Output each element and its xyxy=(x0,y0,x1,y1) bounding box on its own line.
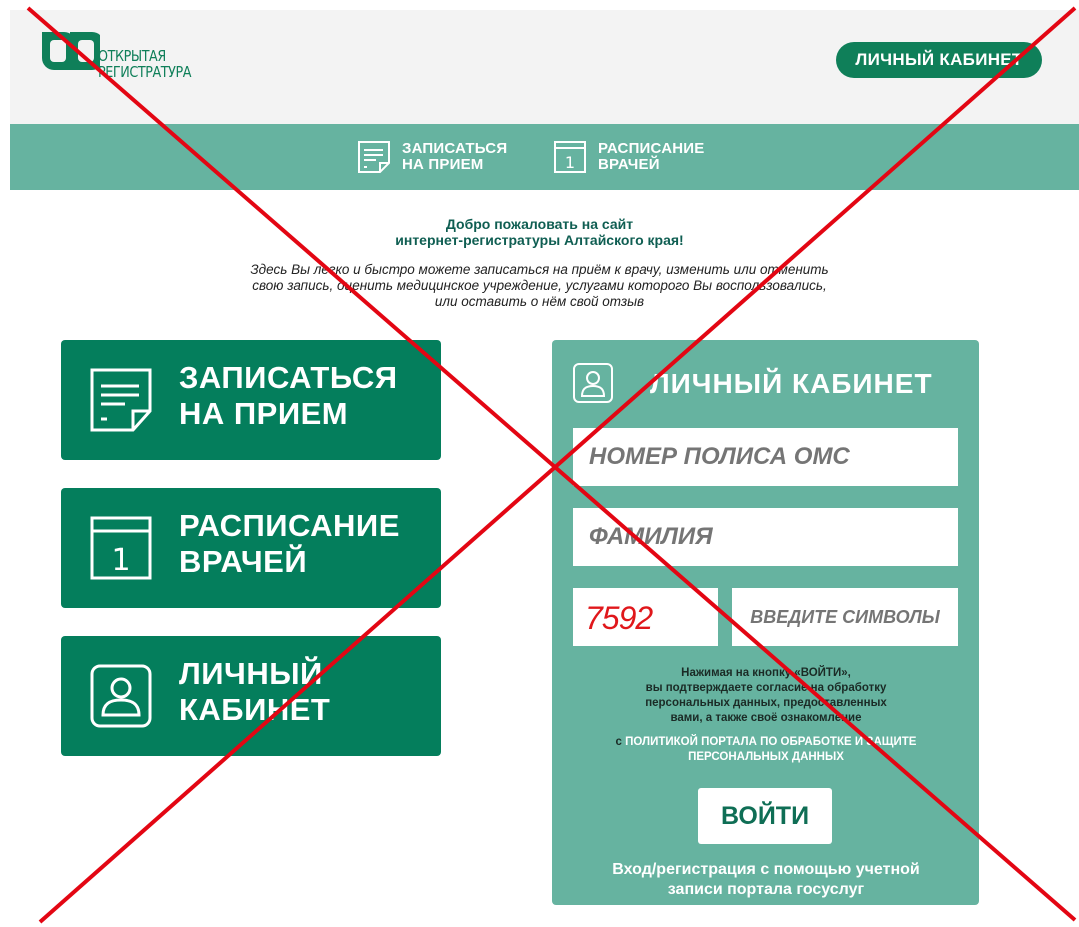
consent-policy-line: с ПОЛИТИКОЙ ПОРТАЛА ПО ОБРАБОТКЕ И ЗАЩИТ… xyxy=(572,735,960,765)
big-button-schedule[interactable]: 1 РАСПИСАНИЕ ВРАЧЕЙ xyxy=(61,488,441,608)
captcha-value: 7592 xyxy=(585,600,653,636)
consent-prefix: с xyxy=(615,736,626,748)
surname-input[interactable] xyxy=(573,508,958,566)
captcha-image: 7592 xyxy=(573,588,718,646)
main-nav: ЗАПИСАТЬСЯ НА ПРИЕМ 1 РАСПИСАНИЕ ВРАЧЕЙ xyxy=(10,124,1079,190)
welcome-text: Здесь Вы легко и быстро можете записатьс… xyxy=(250,262,829,309)
login-button[interactable]: ВОЙТИ xyxy=(698,788,832,844)
privacy-policy-link[interactable]: ПОЛИТИКОЙ ПОРТАЛА ПО ОБРАБОТКЕ И ЗАЩИТЕ … xyxy=(625,736,916,763)
big-button-label: РАСПИСАНИЕ ВРАЧЕЙ xyxy=(179,508,400,579)
logo-text-line2: РЕГИСТРАТУРА xyxy=(98,63,192,81)
site-logo[interactable]: ОТКРЫТАЯ РЕГИСТРАТУРА xyxy=(40,28,240,88)
login-panel-header: ЛИЧНЫЙ КАБИНЕТ xyxy=(572,362,972,406)
logo-text: ОТКРЫТАЯ РЕГИСТРАТУРА xyxy=(98,48,191,80)
svg-text:1: 1 xyxy=(111,543,130,578)
big-button-appointment[interactable]: ЗАПИСАТЬСЯ НА ПРИЕМ xyxy=(61,340,441,460)
svg-text:1: 1 xyxy=(565,153,575,172)
big-button-account[interactable]: ЛИЧНЫЙ КАБИНЕТ xyxy=(61,636,441,756)
logo-mark-icon xyxy=(42,32,100,70)
appointment-note-icon xyxy=(90,368,152,432)
consent-text: Нажимая на кнопку «ВОЙТИ», вы подтвержда… xyxy=(645,667,887,724)
page: ОТКРЫТАЯ РЕГИСТРАТУРА ЛИЧНЫЙ КАБИНЕТ ЗАП… xyxy=(0,0,1079,927)
calendar-icon: 1 xyxy=(554,141,586,173)
appointment-note-icon xyxy=(358,141,390,173)
site-header: ОТКРЫТАЯ РЕГИСТРАТУРА ЛИЧНЫЙ КАБИНЕТ xyxy=(10,10,1079,124)
oms-policy-input[interactable] xyxy=(573,428,958,486)
captcha-input[interactable] xyxy=(732,588,958,646)
nav-item-schedule[interactable]: 1 РАСПИСАНИЕ ВРАЧЕЙ xyxy=(552,137,704,177)
nav-item-label: ЗАПИСАТЬСЯ НА ПРИЕМ xyxy=(402,140,508,173)
gosuslugi-login-link[interactable]: Вход/регистрация с помощью учетной запис… xyxy=(572,860,960,900)
big-button-label: ЗАПИСАТЬСЯ НА ПРИЕМ xyxy=(179,360,398,431)
login-panel: ЛИЧНЫЙ КАБИНЕТ 7592 Нажимая на кнопку «В… xyxy=(552,340,979,905)
login-panel-title: ЛИЧНЫЙ КАБИНЕТ xyxy=(650,368,933,399)
calendar-icon: 1 xyxy=(90,516,152,580)
welcome-title: Добро пожаловать на сайт интернет-регист… xyxy=(395,216,684,248)
user-icon xyxy=(573,363,613,403)
account-button[interactable]: ЛИЧНЫЙ КАБИНЕТ xyxy=(836,42,1042,78)
nav-item-appointment[interactable]: ЗАПИСАТЬСЯ НА ПРИЕМ xyxy=(356,137,507,177)
big-button-label: ЛИЧНЫЙ КАБИНЕТ xyxy=(179,656,331,727)
nav-item-label: РАСПИСАНИЕ ВРАЧЕЙ xyxy=(598,140,705,173)
logo-text-line1: ОТКРЫТАЯ xyxy=(98,47,166,65)
user-icon xyxy=(90,664,152,728)
